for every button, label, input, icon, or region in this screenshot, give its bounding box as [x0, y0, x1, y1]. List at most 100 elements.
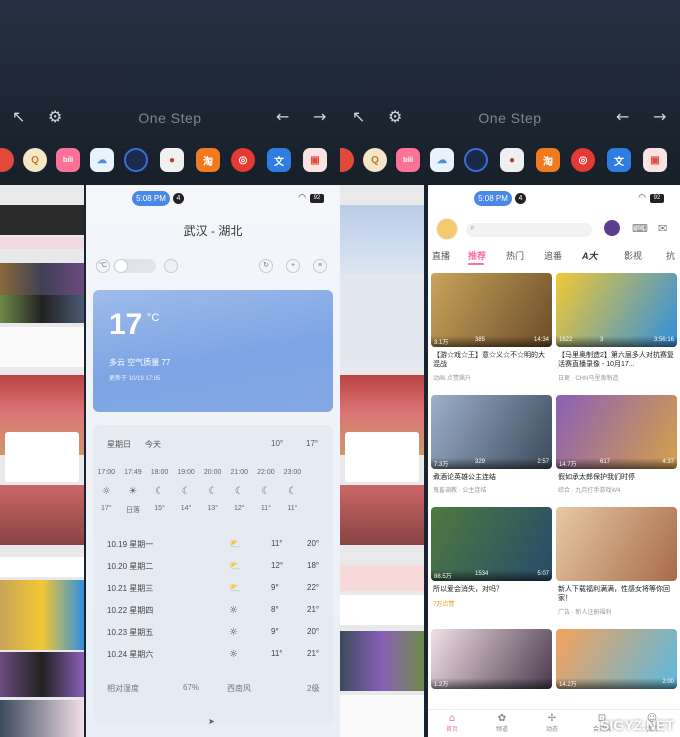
game-center-icon[interactable] — [604, 220, 620, 236]
video-tag: 动画·点赞飙升 — [433, 376, 471, 382]
onestep-toolbar: ↖ ⚙ One Step ← → — [340, 104, 680, 132]
translate-icon[interactable]: 文 — [607, 148, 631, 172]
mail-icon[interactable]: ✉ — [658, 222, 667, 235]
nav-home-label: 首页 — [445, 727, 458, 733]
nav-home[interactable]: ⌂ 首页 — [432, 713, 472, 733]
hour-time: 18:00 — [150, 469, 169, 476]
humidity-label: 相对湿度 — [107, 684, 139, 693]
red-app-icon[interactable] — [340, 148, 354, 172]
bilibili-icon[interactable]: bili — [56, 148, 80, 172]
translate-icon[interactable]: 文 — [267, 148, 291, 172]
channels-icon: ✿ — [497, 713, 507, 724]
daily-row[interactable]: 10.24 星期六 ☼ 11° 21° — [107, 649, 321, 663]
ad-title: 新人下载福利满满，性感女将等你回家！ — [558, 586, 670, 602]
tab-live[interactable]: 直播 — [432, 249, 450, 262]
daily-row[interactable]: 10.20 星期二 ⛅ 12° 18° — [107, 561, 321, 575]
recent-apps-thumbnails[interactable] — [0, 185, 84, 737]
tab-more[interactable]: 抗 — [666, 249, 675, 262]
celsius-button[interactable]: °C — [96, 259, 110, 273]
menu-icon[interactable]: ≡ — [313, 259, 327, 273]
wind-value: 2级 — [307, 684, 320, 693]
thumb-icons — [340, 595, 424, 625]
q-app-icon[interactable]: Q — [363, 148, 387, 172]
view-count: 14.7万 — [559, 462, 577, 468]
duration: 2:57 — [537, 459, 549, 465]
battery-indicator: 92 — [310, 194, 324, 203]
netease-music-icon[interactable]: ◎ — [571, 148, 595, 172]
view-count: 7.3万 — [434, 462, 449, 468]
current-temperature: 17 — [109, 308, 143, 341]
city-title[interactable]: 武汉 - 湖北 — [86, 222, 340, 239]
right-arrow-icon[interactable]: → — [313, 107, 326, 126]
hour-time: 19:00 — [177, 469, 195, 476]
view-count: 1622 — [559, 337, 573, 343]
tab-special-logo[interactable]: A大 — [582, 249, 598, 262]
daily-row[interactable]: 10.21 星期三 ⛅ 9° 22° — [107, 583, 321, 597]
tab-hot[interactable]: 热门 — [506, 249, 524, 262]
day-date: 10.19 星期一 — [107, 540, 154, 549]
location-arrow-icon[interactable]: ➤ — [208, 717, 215, 726]
comment-count: 329 — [475, 459, 486, 465]
taobao-icon[interactable]: 淘 — [196, 148, 220, 172]
nav-dynamic[interactable]: ✢ 动态 — [532, 713, 572, 733]
weather-app-icon[interactable]: ☁ — [430, 148, 454, 172]
ad-tag: 广告 · 新人注册福利 — [558, 610, 612, 616]
left-arrow-icon[interactable]: ← — [276, 107, 289, 126]
q-app-icon[interactable]: Q — [23, 148, 47, 172]
wallet-app-icon[interactable]: ▣ — [643, 148, 667, 172]
right-arrow-icon[interactable]: → — [653, 107, 666, 126]
refresh-icon[interactable]: ↻ — [259, 259, 273, 273]
home-icon: ⌂ — [448, 713, 456, 724]
video-stats: 14.7万 617 4:37 — [556, 458, 677, 469]
thumb-bili-tabs — [0, 237, 84, 249]
sun-icon: ☼ — [229, 605, 238, 616]
hourly-icons: ☼ ☀ ☾ ☾ ☾ ☾ ☾ ☾ — [93, 486, 333, 497]
bilibili-icon[interactable]: bili — [396, 148, 420, 172]
wallet-app-icon[interactable]: ▣ — [303, 148, 327, 172]
search-input[interactable]: ⌕ — [466, 222, 592, 237]
video-thumbnail: 7.3万 329 2:57 — [431, 395, 552, 469]
tab-anime[interactable]: 追番 — [544, 249, 562, 262]
daily-row[interactable]: 10.22 星期四 ☼ 8° 21° — [107, 605, 321, 619]
day-low: 9° — [271, 627, 279, 636]
hour-temp: 14° — [180, 505, 192, 512]
video-title: 假如承太郎保护我们时停 — [558, 474, 635, 481]
music-app-icon[interactable]: ● — [160, 148, 184, 172]
battery-indicator: 92 — [650, 194, 664, 203]
taobao-icon[interactable]: 淘 — [536, 148, 560, 172]
duration: 4:37 — [662, 459, 674, 465]
comment-count: 3 — [600, 337, 604, 343]
daily-row[interactable]: 10.23 星期五 ☼ 9° 20° — [107, 627, 321, 641]
view-count: 3.1万 — [434, 340, 449, 346]
camera-app-icon[interactable] — [464, 148, 488, 172]
tab-recommend[interactable]: 推荐 — [468, 249, 486, 262]
red-app-icon[interactable] — [0, 148, 14, 172]
nav-dynamic-label: 动态 — [545, 727, 558, 733]
add-icon[interactable]: + — [286, 259, 300, 273]
site-watermark: SIGYZ.NET — [600, 717, 674, 733]
video-thumbnail: 88.5万 1534 5:07 — [431, 507, 552, 581]
nav-channels[interactable]: ✿ 频道 — [482, 713, 522, 733]
weather-app-icon[interactable]: ☁ — [90, 148, 114, 172]
left-arrow-icon[interactable]: ← — [616, 107, 629, 126]
fahrenheit-button[interactable] — [164, 259, 178, 273]
gamepad-icon[interactable]: ⌨ — [632, 222, 648, 235]
music-app-icon[interactable]: ● — [500, 148, 524, 172]
sun-icon: ☼ — [229, 627, 238, 638]
tab-movies[interactable]: 影视 — [624, 249, 642, 262]
video-thumbnail: 1.2万 — [431, 629, 552, 689]
hour-temp: 12° — [233, 505, 245, 512]
unit-toggle[interactable] — [114, 259, 156, 273]
hour-temp: 日落 — [125, 507, 140, 514]
user-avatar[interactable] — [436, 218, 458, 240]
video-tag: 日更 · CHN马里奥制造 — [558, 376, 619, 382]
netease-music-icon[interactable]: ◎ — [231, 148, 255, 172]
day-high: 18° — [307, 561, 320, 570]
status-bar: 5:08 PM 4 ◠ 92 — [86, 191, 340, 207]
video-thumbnail: 14.2万 2:00 — [556, 629, 677, 689]
humidity-value: 67% — [183, 683, 200, 692]
recent-apps-thumbnails[interactable] — [340, 185, 424, 737]
left-screenshot: ↖ ⚙ One Step ← → Q bili ☁ ● 淘 ◎ 文 ▣ 5:08… — [0, 0, 340, 737]
camera-app-icon[interactable] — [124, 148, 148, 172]
daily-row[interactable]: 10.19 星期一 ⛅ 11° 20° — [107, 539, 321, 553]
